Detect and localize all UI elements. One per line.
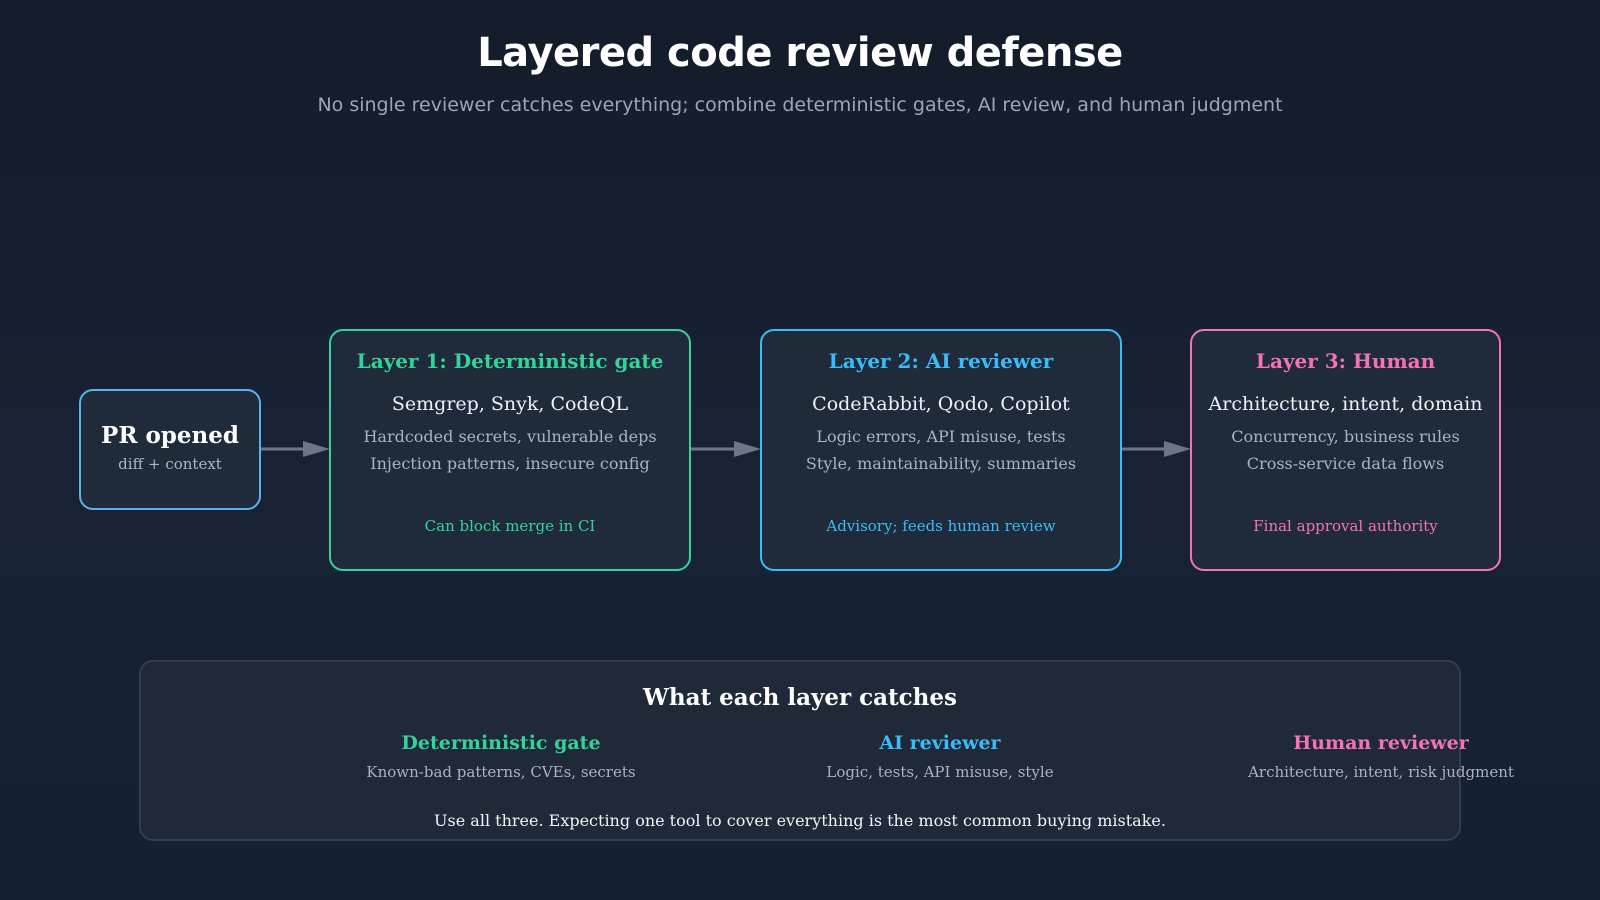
- summary-deterministic-text: Known-bad patterns, CVEs, secrets: [366, 763, 636, 781]
- arrow-pr-to-layer1: [261, 441, 330, 457]
- layer2-detail-2: Style, maintainability, summaries: [805, 454, 1077, 473]
- layer1-detail-1: Hardcoded secrets, vulnerable deps: [363, 427, 657, 446]
- summary-column-ai: AI reviewer Logic, tests, API misuse, st…: [740, 732, 1140, 781]
- summary-human-text: Architecture, intent, risk judgment: [1248, 763, 1514, 781]
- layer3-tools: Architecture, intent, domain: [1208, 393, 1483, 415]
- summary-ai-heading: AI reviewer: [879, 732, 1001, 754]
- layer2-node: Layer 2: AI reviewer CodeRabbit, Qodo, C…: [760, 329, 1122, 571]
- arrow-layer2-to-layer3: [1122, 441, 1191, 457]
- summary-footer: Use all three. Expecting one tool to cov…: [434, 811, 1166, 830]
- layer1-tools: Semgrep, Snyk, CodeQL: [391, 393, 629, 415]
- diagram-subtitle: No single reviewer catches everything; c…: [317, 94, 1283, 116]
- summary-human-heading: Human reviewer: [1293, 732, 1469, 754]
- summary-column-deterministic: Deterministic gate Known-bad patterns, C…: [301, 732, 701, 781]
- layer2-detail-1: Logic errors, API misuse, tests: [816, 427, 1066, 446]
- layer2-tools: CodeRabbit, Qodo, Copilot: [812, 393, 1070, 415]
- layer1-note: Can block merge in CI: [424, 517, 596, 535]
- diagram-title: Layered code review defense: [477, 30, 1123, 76]
- layer2-title: Layer 2: AI reviewer: [828, 349, 1054, 373]
- summary-ai-text: Logic, tests, API misuse, style: [826, 763, 1054, 781]
- pr-opened-subtitle: diff + context: [118, 455, 222, 473]
- summary-deterministic-heading: Deterministic gate: [401, 732, 601, 754]
- layer3-node: Layer 3: Human Architecture, intent, dom…: [1190, 329, 1501, 571]
- summary-title: What each layer catches: [643, 684, 957, 711]
- layer3-detail-1: Concurrency, business rules: [1231, 427, 1460, 446]
- layer3-note: Final approval authority: [1253, 517, 1438, 535]
- layer2-note: Advisory; feeds human review: [826, 517, 1056, 535]
- summary-panel: What each layer catches Deterministic ga…: [139, 660, 1514, 841]
- arrow-layer1-to-layer2: [691, 441, 761, 457]
- pr-opened-node: PR opened diff + context: [79, 389, 261, 510]
- layer1-title: Layer 1: Deterministic gate: [356, 349, 664, 373]
- summary-column-human: Human reviewer Architecture, intent, ris…: [1181, 732, 1581, 781]
- layer1-detail-2: Injection patterns, insecure config: [370, 454, 650, 473]
- layer3-detail-2: Cross-service data flows: [1246, 454, 1445, 473]
- layer3-title: Layer 3: Human: [1255, 349, 1436, 373]
- pr-opened-title: PR opened: [101, 422, 239, 449]
- layer1-node: Layer 1: Deterministic gate Semgrep, Sny…: [329, 329, 691, 571]
